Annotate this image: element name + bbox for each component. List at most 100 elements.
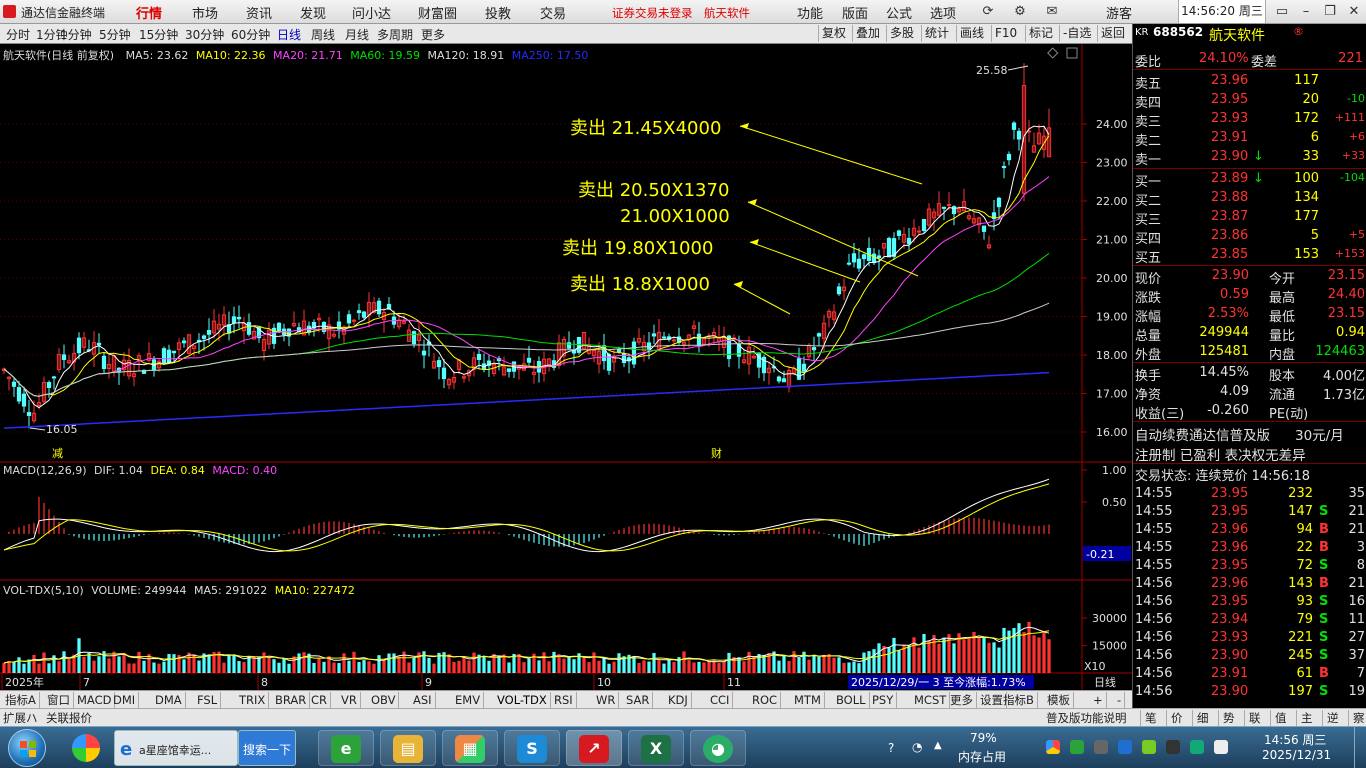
kline-chart-area[interactable]: 24.00 23.00 22.00 21.00 20.00 19.00 18.00 17.00… xyxy=(0,44,1132,690)
indicator-tab-21[interactable]: BOLL xyxy=(833,692,870,708)
wechat-tray-icon[interactable] xyxy=(1190,740,1204,754)
status-key-6[interactable]: 主 xyxy=(1296,710,1313,726)
taskbar-app-trader[interactable]: S xyxy=(504,730,560,766)
period-5min[interactable]: 5分钟 xyxy=(99,26,131,43)
status-help-link[interactable]: 普及版功能说明 xyxy=(1046,710,1127,726)
btn-huaxian[interactable]: 画线 xyxy=(956,25,987,42)
taskbar-app-qq-game[interactable] xyxy=(64,730,108,766)
status-key-7[interactable]: 逆 xyxy=(1322,710,1339,726)
indicator-tab-13[interactable]: VOL-TDX xyxy=(494,692,551,708)
indicator-tab-1[interactable]: 窗口 xyxy=(44,692,74,708)
indicator-tab-20[interactable]: MTM xyxy=(791,692,825,708)
btn-zixuan[interactable]: -自选 xyxy=(1059,25,1094,42)
indicator-tab-18[interactable]: CCI xyxy=(707,692,734,708)
btn-fanhui[interactable]: 返回 xyxy=(1097,25,1128,42)
pin-icon[interactable]: ▭ xyxy=(1272,2,1292,21)
indicator-tab-5[interactable]: FSL xyxy=(194,692,222,708)
indicator-tab-4[interactable]: DMA xyxy=(152,692,186,708)
refresh-icon[interactable]: ⟳ xyxy=(978,2,998,21)
menu-item-shichang[interactable]: 市场 xyxy=(190,3,220,22)
menu-item-zixun[interactable]: 资讯 xyxy=(244,3,274,22)
status-key-5[interactable]: 值 xyxy=(1270,710,1287,726)
status-key-2[interactable]: 细 xyxy=(1192,710,1209,726)
chart-diamond-icon[interactable] xyxy=(1047,47,1059,59)
period-1min-tab[interactable]: 1分钟 xyxy=(60,26,92,43)
indicator-right-tab-0[interactable]: 指标B xyxy=(1000,692,1038,708)
indicator-tab-16[interactable]: SAR xyxy=(623,692,654,708)
period-60min[interactable]: 60分钟 xyxy=(231,26,270,43)
indicator-tab-24[interactable]: 更多 xyxy=(947,692,977,708)
promo-text[interactable]: 自动续费通达信普及版 xyxy=(1135,424,1270,444)
indicator-right-tab-3[interactable]: - xyxy=(1114,692,1126,708)
btn-duogu[interactable]: 多股 xyxy=(886,25,917,42)
event-marker-jian[interactable]: 减 xyxy=(52,447,63,460)
menu-item-toujiao[interactable]: 投教 xyxy=(483,3,513,22)
menu-item-banmian[interactable]: 版面 xyxy=(840,3,870,22)
period-daily[interactable]: 日线 xyxy=(277,26,301,43)
taskbar-app-tiles[interactable]: ▦ xyxy=(442,730,498,766)
indicator-tab-8[interactable]: CR xyxy=(308,692,332,708)
indicator-tab-0[interactable]: 指标A xyxy=(2,692,40,708)
user-label[interactable]: 游客 xyxy=(1104,3,1134,22)
menu-item-hangqing[interactable]: 行情 xyxy=(134,3,164,22)
btn-fuquan[interactable]: 复权 xyxy=(818,25,849,42)
indicator-tab-3[interactable]: DMI xyxy=(110,692,140,708)
chrome-tray-icon[interactable] xyxy=(1046,740,1060,754)
indicator-tab-9[interactable]: VR xyxy=(338,692,361,708)
indicator-tab-12[interactable]: EMV xyxy=(452,692,485,708)
taskbar-app-explorer[interactable]: ▤ xyxy=(380,730,436,766)
menu-item-wenxiaoda[interactable]: 问小达 xyxy=(350,3,393,22)
menu-item-faxian[interactable]: 发现 xyxy=(298,3,328,22)
menu-item-gongneng[interactable]: 功能 xyxy=(795,3,825,22)
shield-tray-icon[interactable] xyxy=(1070,740,1084,754)
btn-diejia[interactable]: 叠加 xyxy=(852,25,883,42)
period-30min[interactable]: 30分钟 xyxy=(185,26,224,43)
event-marker-cai[interactable]: 财 xyxy=(711,446,722,460)
indicator-tab-19[interactable]: ROC xyxy=(749,692,782,708)
indicator-right-tab-2[interactable]: + xyxy=(1090,692,1107,708)
taskbar-browser[interactable]: e a星座馆幸运... xyxy=(114,730,238,766)
menu-item-gongshi[interactable]: 公式 xyxy=(884,3,914,22)
period-multi[interactable]: 多周期 xyxy=(377,26,413,43)
promo-price[interactable]: 30元/月 xyxy=(1295,424,1344,444)
btn-tongji[interactable]: 统计 xyxy=(921,25,952,42)
start-button[interactable] xyxy=(8,729,46,767)
chart-panel-toggle-icon[interactable] xyxy=(1066,47,1078,59)
taskbar-app-wechat[interactable]: ◕ xyxy=(690,730,746,766)
status-key-1[interactable]: 价 xyxy=(1166,710,1183,726)
indicator-tab-23[interactable]: MCST xyxy=(911,692,951,708)
taskbar-app-tdx[interactable]: ↗ xyxy=(566,730,622,766)
taskbar-app-excel[interactable]: X xyxy=(628,730,684,766)
status-key-3[interactable]: 势 xyxy=(1218,710,1235,726)
volume-icon[interactable]: ◔ xyxy=(912,740,922,754)
tray-arrow-icon[interactable]: ▲ xyxy=(934,740,942,751)
menu-item-caifuquan[interactable]: 财富圈 xyxy=(416,3,459,22)
period-fenshi[interactable]: 分时 xyxy=(6,26,30,43)
tray-icon-6[interactable] xyxy=(1166,740,1180,754)
menu-item-xuanxiang[interactable]: 选项 xyxy=(928,3,958,22)
stock-tag-icon[interactable]: ® xyxy=(1293,25,1304,38)
period-monthly[interactable]: 月线 xyxy=(345,26,369,43)
menu-item-jiaoyi[interactable]: 交易 xyxy=(538,3,568,22)
speaker-tray-icon[interactable] xyxy=(1214,740,1228,754)
period-more[interactable]: 更多 xyxy=(421,26,445,43)
status-key-8[interactable]: 察 xyxy=(1348,710,1365,726)
status-expand[interactable]: 扩展ハ xyxy=(3,710,38,726)
login-status-notice[interactable]: 证券交易未登录 xyxy=(612,5,693,21)
help-icon[interactable]: ? xyxy=(888,741,894,755)
period-weekly[interactable]: 周线 xyxy=(311,26,335,43)
indicator-tab-10[interactable]: OBV xyxy=(368,692,400,708)
taskbar-search-button[interactable]: 搜索一下 xyxy=(238,730,296,766)
indicator-tab-7[interactable]: BRAR xyxy=(272,692,311,708)
input-tray-icon[interactable] xyxy=(1142,740,1156,754)
network-tray-icon[interactable] xyxy=(1094,740,1108,754)
taskbar-app-ai[interactable]: e xyxy=(318,730,374,766)
period-15min[interactable]: 15分钟 xyxy=(139,26,178,43)
mail-icon[interactable]: ✉ xyxy=(1042,2,1062,21)
indicator-tab-11[interactable]: ASI xyxy=(410,692,436,708)
indicator-tab-17[interactable]: KDJ xyxy=(665,692,692,708)
indicator-tab-14[interactable]: RSI xyxy=(551,692,577,708)
show-desktop-button[interactable] xyxy=(1354,727,1366,768)
indicator-tab-22[interactable]: PSY xyxy=(869,692,898,708)
status-related-quote[interactable]: 关联报价 xyxy=(46,710,92,726)
